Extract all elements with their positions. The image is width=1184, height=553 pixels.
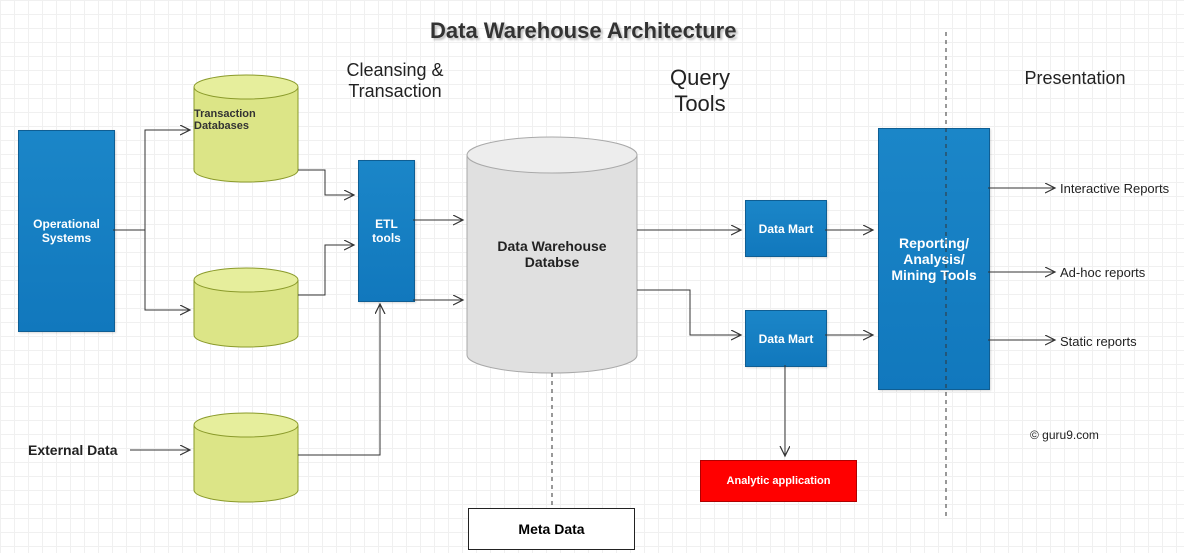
op-to-transaction-db-arrow bbox=[145, 130, 190, 230]
dw-to-dm2-arrow bbox=[637, 290, 741, 335]
db3-to-etl-arrow bbox=[298, 304, 380, 455]
dw-database-label: Data Warehouse Databse bbox=[467, 238, 637, 270]
diagram-canvas: Data Warehouse Architecture Cleansing & … bbox=[0, 0, 1184, 553]
db2-to-etl-arrow bbox=[298, 245, 354, 295]
txdb-to-etl-arrow bbox=[298, 170, 354, 195]
transaction-databases-label: Transaction Databases bbox=[194, 108, 298, 132]
yellow-cylinder-2 bbox=[194, 268, 298, 347]
svg-layer bbox=[0, 0, 1184, 553]
op-to-db2-arrow bbox=[145, 230, 190, 310]
yellow-cylinder-3 bbox=[194, 413, 298, 502]
